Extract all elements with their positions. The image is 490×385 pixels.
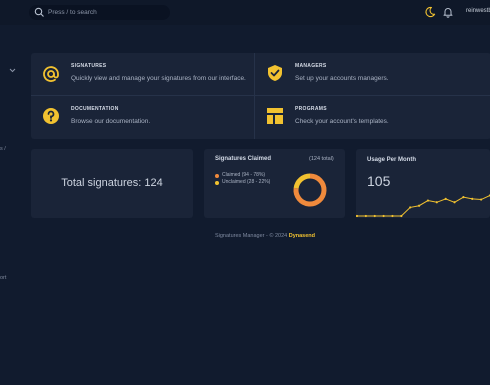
tile-title-managers[interactable]: MANAGERS: [295, 63, 327, 69]
usage-data-point: [453, 201, 456, 204]
tile-desc-managers: Set up your accounts managers.: [295, 75, 389, 82]
search-icon: [34, 7, 44, 17]
total-signatures-text: Total signatures: 124: [61, 177, 163, 189]
shield-check-icon: [268, 65, 282, 81]
card-title: Signatures Claimed: [215, 156, 272, 162]
sidebar-item-fragment[interactable]: ort: [0, 275, 6, 281]
user-name[interactable]: reinwestbr: [466, 8, 490, 14]
card-title: Usage Per Month: [367, 157, 417, 163]
tile-desc-documentation: Browse our documentation.: [71, 118, 151, 125]
quick-links-panel: SIGNATURES Quickly view and manage your …: [31, 53, 490, 139]
usage-data-point: [391, 214, 394, 218]
usage-data-point: [364, 214, 367, 218]
usage-data-point: [356, 214, 359, 218]
moon-icon[interactable]: [424, 6, 436, 18]
tile-title-signatures[interactable]: SIGNATURES: [71, 63, 106, 69]
tile-desc-programs: Check your account's templates.: [295, 118, 389, 125]
usage-line-chart: [356, 194, 490, 218]
usage-data-point: [409, 206, 412, 209]
usage-data-point: [382, 214, 385, 218]
divider: [254, 53, 255, 139]
legend-unclaimed: Unclaimed (28 - 22%): [222, 179, 271, 185]
footer: Signatures Manager - © 2024 Dynasend: [0, 233, 490, 239]
signatures-claimed-card: Signatures Claimed (124 total) Claimed (…: [204, 149, 345, 218]
tile-title-programs[interactable]: PROGRAMS: [295, 106, 327, 112]
top-bar: Press / to search reinwestbr: [0, 0, 490, 25]
usage-data-point: [373, 214, 376, 218]
search-placeholder: Press / to search: [48, 9, 97, 16]
at-icon: [43, 66, 59, 82]
chevron-down-icon[interactable]: [8, 66, 17, 75]
divider: [31, 95, 490, 96]
legend-dot-unclaimed: [215, 181, 219, 185]
usage-data-point: [471, 197, 474, 200]
legend-dot-claimed: [215, 174, 219, 178]
usage-data-point: [435, 201, 438, 204]
usage-series-line: [357, 194, 490, 217]
usage-data-point: [400, 214, 403, 218]
total-signatures-card: Total signatures: 124: [31, 149, 193, 218]
footer-brand-link[interactable]: Dynasend: [289, 233, 315, 239]
card-total: (124 total): [309, 156, 334, 162]
claimed-donut-chart: [293, 173, 327, 207]
usage-data-point: [426, 199, 430, 202]
usage-per-month-card: Usage Per Month 105: [356, 149, 490, 218]
usage-data-point: [480, 198, 483, 201]
sidebar-item-fragment[interactable]: s /: [0, 146, 6, 152]
tile-title-documentation[interactable]: DOCUMENTATION: [71, 106, 119, 112]
usage-value: 105: [367, 173, 391, 189]
search-input[interactable]: Press / to search: [29, 5, 170, 20]
usage-data-point: [444, 197, 447, 200]
bell-icon[interactable]: [442, 6, 454, 18]
usage-data-point: [417, 204, 421, 207]
usage-data-point: [462, 196, 465, 199]
tile-desc-signatures: Quickly view and manage your signatures …: [71, 75, 246, 82]
donut-slice-unclaimed: [293, 173, 311, 189]
help-icon: [43, 108, 59, 124]
legend-claimed: Claimed (94 - 78%): [222, 172, 266, 178]
template-icon: [267, 108, 283, 124]
footer-text: Signatures Manager - © 2024: [214, 233, 289, 239]
